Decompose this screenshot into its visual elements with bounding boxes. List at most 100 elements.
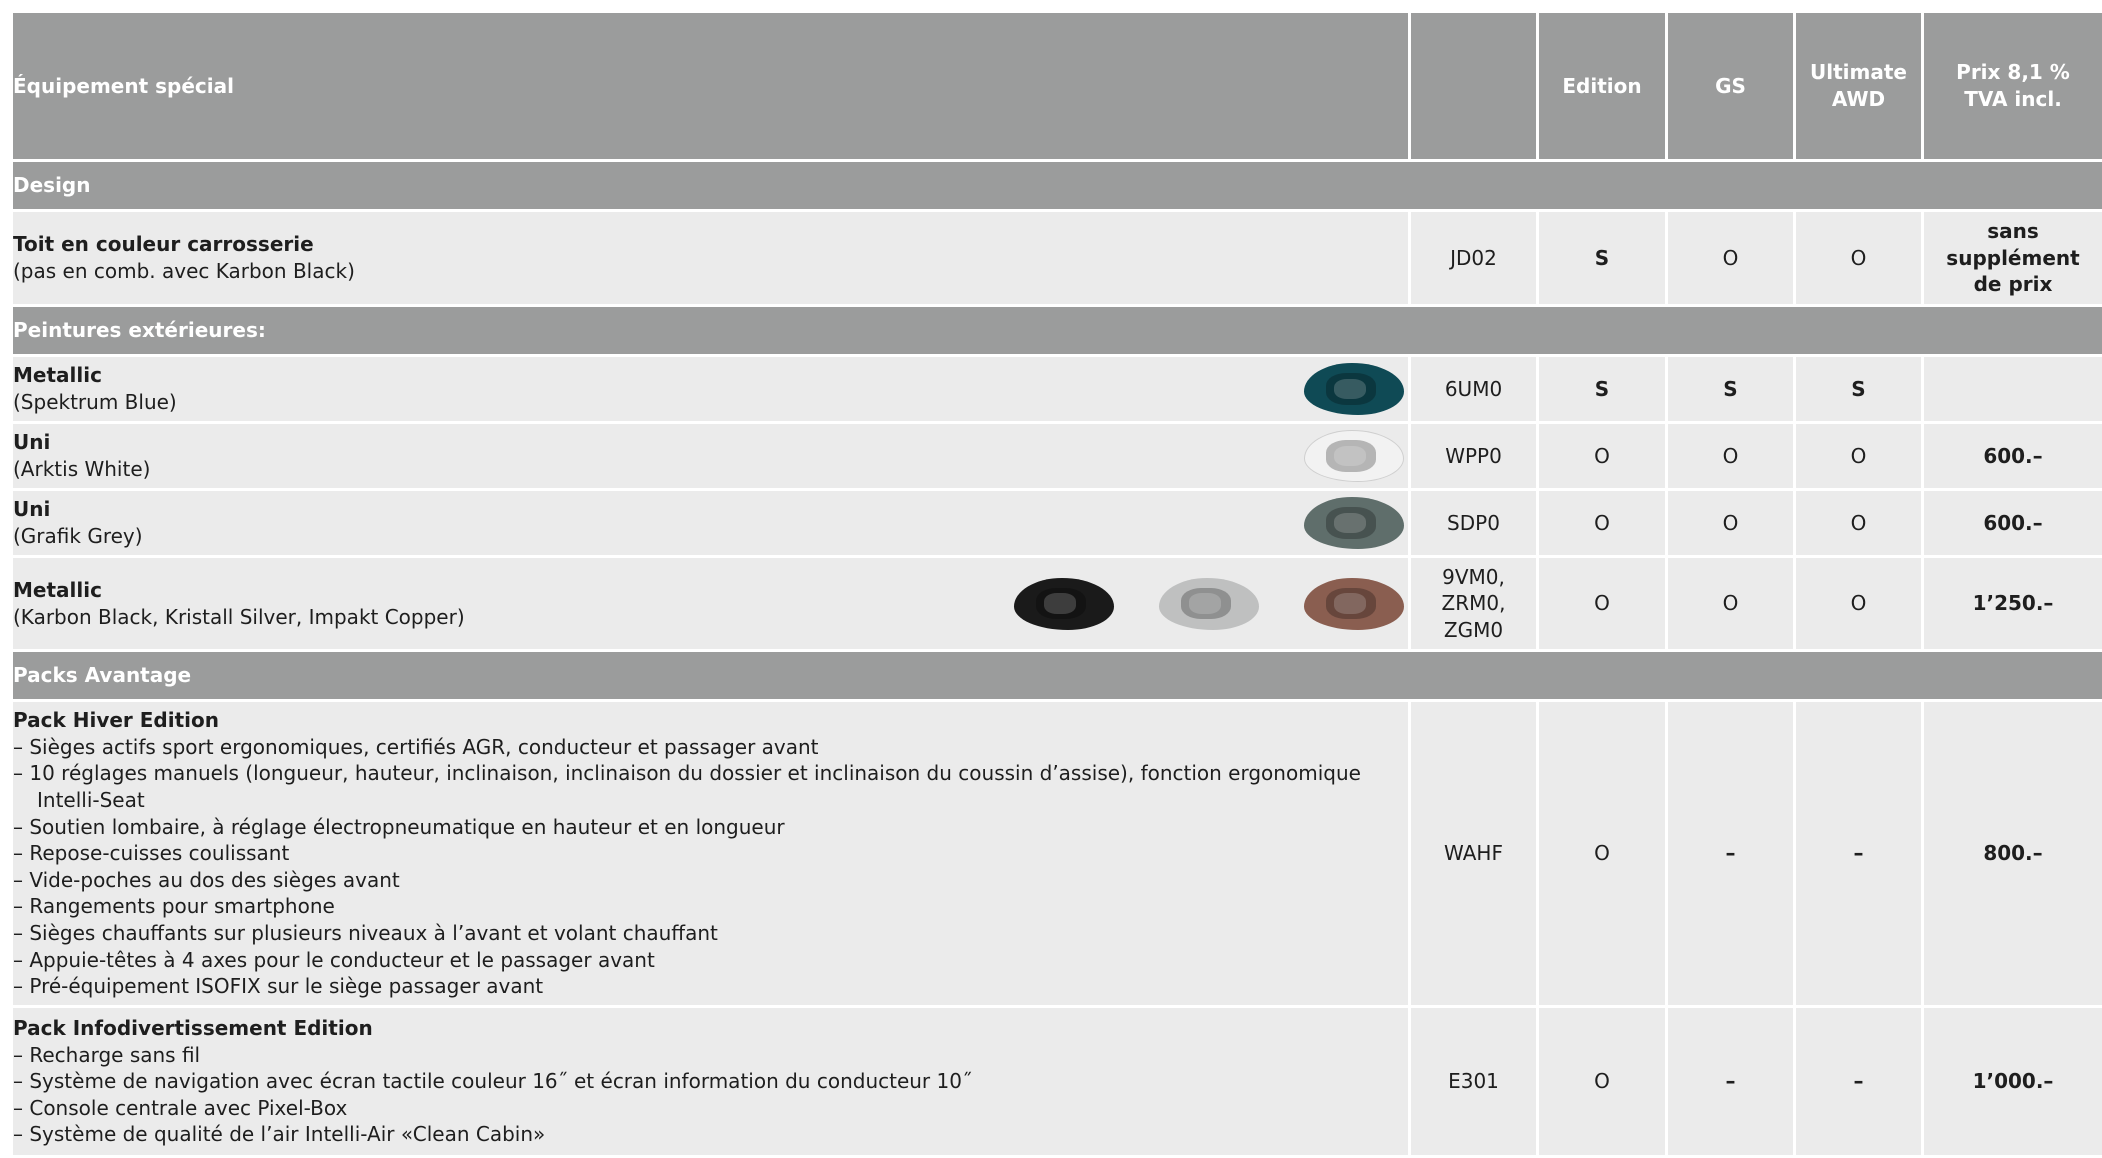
list-item: – Repose-cuisses coulissant [13, 840, 1408, 867]
list-item: – Système de qualité de l’air Intelli-Ai… [13, 1121, 1408, 1148]
row-price-text: sans supplément de prix [1943, 218, 2083, 298]
list-item: – Sièges actifs sport ergonomiques, cert… [13, 734, 1408, 761]
row-name: Toit en couleur carrosserie [13, 231, 1408, 258]
row-gs: O [1667, 423, 1795, 490]
section-design: Design [12, 161, 2102, 211]
row-ultimate: O [1795, 211, 1923, 306]
row-ultimate: – [1795, 701, 1923, 1007]
row-sub: (pas en comb. avec Karbon Black) [13, 258, 1408, 285]
list-item: – Console centrale avec Pixel-Box [13, 1095, 1408, 1122]
row-price [1923, 356, 2102, 423]
row-code: JD02 [1410, 211, 1538, 306]
table-row: Pack Hiver Edition – Sièges actifs sport… [12, 701, 2102, 1007]
row-price: 1’000.– [1923, 1007, 2102, 1157]
list-item: – Sièges chauffants sur plusieurs niveau… [13, 920, 1408, 947]
row-edition: O [1538, 557, 1667, 651]
row-edition: O [1538, 423, 1667, 490]
car-swatch-kristall-silver [1159, 578, 1259, 630]
row-edition: O [1538, 701, 1667, 1007]
car-swatch-arktis-white [1304, 430, 1404, 482]
row-price: 600.– [1923, 490, 2102, 557]
row-price: 1’250.– [1923, 557, 2102, 651]
row-gs: O [1667, 490, 1795, 557]
header-price: Prix 8,1 % TVA incl. [1923, 12, 2102, 161]
row-sub: (Arktis White) [13, 456, 1408, 483]
row-price: 800.– [1923, 701, 2102, 1007]
row-price: sans supplément de prix [1923, 211, 2102, 306]
row-edition: O [1538, 490, 1667, 557]
table-row: Pack Infodivertissement Edition – Rechar… [12, 1007, 2102, 1157]
row-ultimate: O [1795, 490, 1923, 557]
header-ultimate-awd: Ultimate AWD [1795, 12, 1923, 161]
header-edition: Edition [1538, 12, 1667, 161]
row-name: Pack Infodivertissement Edition [13, 1015, 1408, 1042]
row-name: Uni [13, 496, 1408, 523]
section-title: Packs Avantage [12, 651, 2102, 701]
car-swatch-impakt-copper [1304, 578, 1404, 630]
special-equipment-table: Équipement spécial Edition GS Ultimate A… [10, 10, 2102, 1158]
list-item: – Soutien lombaire, à réglage électropne… [13, 814, 1408, 841]
car-swatch-karbon-black [1014, 578, 1114, 630]
section-title: Design [12, 161, 2102, 211]
header-code [1410, 12, 1538, 161]
section-packs: Packs Avantage [12, 651, 2102, 701]
row-description: Metallic (Karbon Black, Kristall Silver,… [12, 557, 1410, 651]
swatch-group [1304, 363, 1404, 415]
row-name: Pack Hiver Edition [13, 707, 1408, 734]
row-sub: (Spektrum Blue) [13, 389, 1408, 416]
list-item: – 10 réglages manuels (longueur, hauteur… [13, 760, 1408, 813]
row-code: WPP0 [1410, 423, 1538, 490]
list-item: – Appuie-têtes à 4 axes pour le conducte… [13, 947, 1408, 974]
table-row: Uni (Arktis White) WPP0 O O O 600.– [12, 423, 2102, 490]
row-code-line: ZGM0 [1411, 617, 1536, 644]
row-ultimate: – [1795, 1007, 1923, 1157]
row-edition: S [1538, 211, 1667, 306]
row-ultimate: S [1795, 356, 1923, 423]
row-gs: O [1667, 557, 1795, 651]
list-item: – Système de navigation avec écran tacti… [13, 1068, 1408, 1095]
row-edition: S [1538, 356, 1667, 423]
list-item: – Vide-poches au dos des sièges avant [13, 867, 1408, 894]
header-title: Équipement spécial [12, 12, 1410, 161]
swatch-group [1304, 497, 1404, 549]
section-title: Peintures extérieures: [12, 306, 2102, 356]
row-code: 6UM0 [1410, 356, 1538, 423]
table-row: Metallic (Spektrum Blue) 6UM0 S S S [12, 356, 2102, 423]
row-code: E301 [1410, 1007, 1538, 1157]
table-row: Uni (Grafik Grey) SDP0 O O O 600.– [12, 490, 2102, 557]
row-description: Pack Infodivertissement Edition – Rechar… [12, 1007, 1410, 1157]
row-sub: (Grafik Grey) [13, 523, 1408, 550]
row-description: Pack Hiver Edition – Sièges actifs sport… [12, 701, 1410, 1007]
row-description: Toit en couleur carrosserie (pas en comb… [12, 211, 1410, 306]
swatch-group [1014, 578, 1404, 630]
list-item: – Pré-équipement ISOFIX sur le siège pas… [13, 973, 1408, 1000]
row-description: Uni (Grafik Grey) [12, 490, 1410, 557]
row-gs: – [1667, 1007, 1795, 1157]
table-row: Metallic (Karbon Black, Kristall Silver,… [12, 557, 2102, 651]
list-item: – Rangements pour smartphone [13, 893, 1408, 920]
row-name: Uni [13, 429, 1408, 456]
header-price-label: Prix 8,1 % TVA incl. [1938, 59, 2088, 112]
section-paints: Peintures extérieures: [12, 306, 2102, 356]
row-gs: – [1667, 701, 1795, 1007]
row-code-line: 9VM0, [1411, 564, 1536, 591]
row-edition: O [1538, 1007, 1667, 1157]
row-ultimate: O [1795, 423, 1923, 490]
row-code: WAHF [1410, 701, 1538, 1007]
row-gs: S [1667, 356, 1795, 423]
table-header-row: Équipement spécial Edition GS Ultimate A… [12, 12, 2102, 161]
row-code-line: ZRM0, [1411, 590, 1536, 617]
row-gs: O [1667, 211, 1795, 306]
car-swatch-spektrum-blue [1304, 363, 1404, 415]
swatch-group [1304, 430, 1404, 482]
row-code: 9VM0, ZRM0, ZGM0 [1410, 557, 1538, 651]
row-ultimate: O [1795, 557, 1923, 651]
car-swatch-grafik-grey [1304, 497, 1404, 549]
header-gs: GS [1667, 12, 1795, 161]
row-code: SDP0 [1410, 490, 1538, 557]
table-row: Toit en couleur carrosserie (pas en comb… [12, 211, 2102, 306]
row-description: Uni (Arktis White) [12, 423, 1410, 490]
header-ultimate-awd-label: Ultimate AWD [1809, 59, 1909, 112]
row-price: 600.– [1923, 423, 2102, 490]
row-description: Metallic (Spektrum Blue) [12, 356, 1410, 423]
